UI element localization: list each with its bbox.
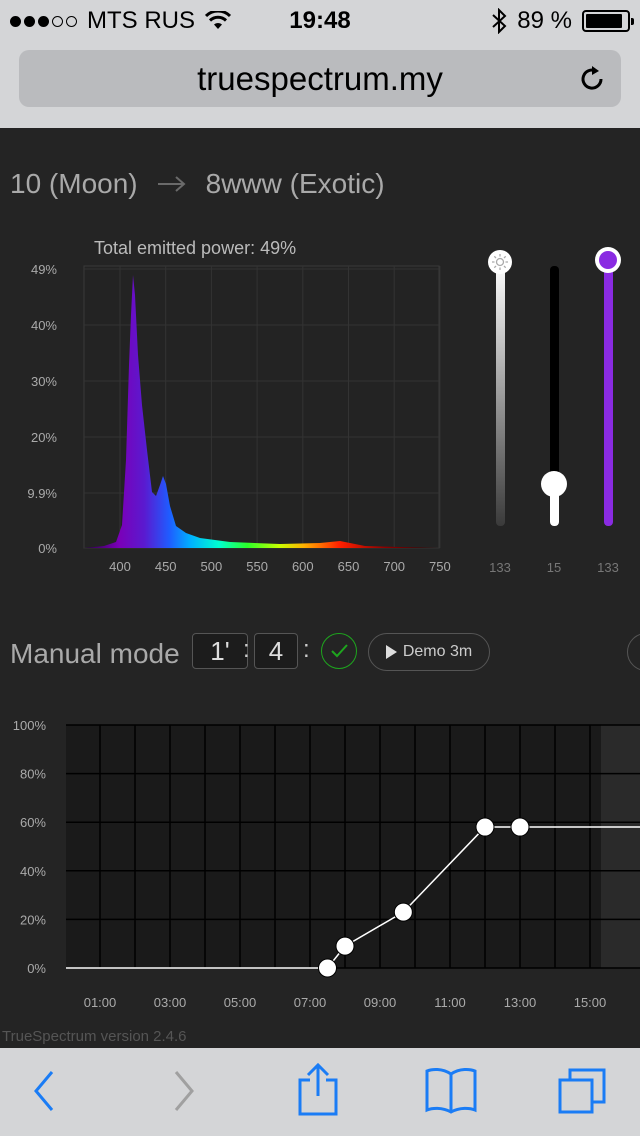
spectrum-y-tick: 20% [31, 430, 57, 445]
channel-sliders [488, 247, 621, 526]
time-separator: : [303, 636, 310, 663]
tabs-icon[interactable] [556, 1066, 608, 1118]
forward-icon[interactable] [168, 1066, 198, 1116]
bookmarks-icon[interactable] [424, 1066, 478, 1116]
time-separator: : [243, 636, 250, 663]
schedule-chart: 100% 80% 60% 40% 20% 0% 01:00 03:00 05:00 07:00 0… [0, 710, 640, 1030]
play-icon [385, 645, 397, 659]
schedule-x-tick: 01:00 [84, 995, 117, 1010]
total-power-label: Total emitted power: 49% [94, 238, 297, 258]
schedule-x-tick: 13:00 [504, 995, 537, 1010]
browser-toolbar [0, 1048, 640, 1136]
dark-slider-value: 15 [546, 560, 562, 575]
spectrum-chart: Total emitted power: 49% 49% 40% 30% 20% 9.9… [0, 230, 470, 580]
battery-icon [582, 10, 634, 32]
schedule-x-tick: 03:00 [154, 995, 187, 1010]
bluetooth-icon [492, 8, 507, 34]
address-bar[interactable]: truespectrum.my [19, 50, 621, 107]
browser-chrome: truespectrum.my [0, 40, 640, 128]
preset-transition: 10 (Moon) 8www (Exotic) [10, 168, 385, 200]
manual-mode-row: Manual mode 1' : 4 : Demo 3m [10, 630, 640, 676]
spectrum-x-tick: 500 [201, 559, 223, 574]
check-icon [331, 644, 348, 658]
schedule-point[interactable] [318, 958, 337, 978]
demo-label: Demo 3m [402, 643, 473, 660]
schedule-x-tick: 07:00 [294, 995, 327, 1010]
schedule-x-tick: 05:00 [224, 995, 257, 1010]
schedule-y-tick: 20% [20, 912, 46, 927]
status-bar: MTS RUS 19:48 89 % [0, 0, 640, 40]
dark-slider-handle[interactable] [541, 471, 567, 497]
violet-slider-track[interactable] [604, 262, 613, 526]
schedule-y-tick: 80% [20, 767, 46, 782]
url-text[interactable]: truespectrum.my [19, 60, 621, 98]
from-preset[interactable]: 10 (Moon) [10, 168, 138, 200]
version-label: TrueSpectrum version 2.4.6 [2, 1028, 187, 1045]
manual-mode-title: Manual mode [10, 638, 180, 669]
spectrum-x-tick: 700 [383, 559, 405, 574]
schedule-plot: 100% 80% 60% 40% 20% 0% 01:00 03:00 05:00 07:00 0… [13, 718, 640, 1010]
schedule-y-tick: 0% [27, 961, 46, 976]
spectrum-y-tick: 0% [38, 541, 57, 556]
battery-percent: 89 % [517, 7, 572, 34]
minute-input[interactable]: 4 [254, 633, 298, 669]
schedule-point[interactable] [335, 936, 355, 956]
schedule-point[interactable] [393, 902, 413, 922]
schedule-y-tick: 40% [20, 864, 46, 879]
reload-icon[interactable] [577, 64, 607, 94]
spectrum-y-tick: 40% [31, 318, 57, 333]
arrow-right-icon [157, 176, 186, 192]
spectrum-x-tick: 450 [155, 559, 177, 574]
hour-input[interactable]: 1' [192, 633, 248, 669]
schedule-point[interactable] [475, 817, 495, 837]
spectrum-y-tick: 49% [31, 262, 57, 277]
more-button[interactable] [627, 633, 640, 671]
demo-button[interactable]: Demo 3m [368, 633, 490, 671]
spectrum-y-tick: 9.9% [27, 486, 57, 501]
spectrum-x-tick: 550 [246, 559, 268, 574]
violet-slider-value: 133 [597, 560, 619, 575]
spectrum-x-tick: 750 [429, 559, 451, 574]
white-slider-track[interactable] [496, 262, 505, 526]
share-icon[interactable] [296, 1062, 340, 1118]
back-icon[interactable] [30, 1066, 60, 1116]
white-slider-value: 133 [489, 560, 511, 575]
white-slider-handle[interactable] [488, 250, 512, 274]
spectrum-y-tick: 30% [31, 374, 57, 389]
schedule-x-tick: 15:00 [574, 995, 607, 1010]
schedule-x-tick: 09:00 [364, 995, 397, 1010]
confirm-button[interactable] [321, 633, 357, 669]
spectrum-plot: 49% 40% 30% 20% 9.9% 0% 400 450 500 550 600 650 700… [27, 262, 451, 574]
schedule-y-tick: 100% [13, 718, 47, 733]
spectrum-x-tick: 400 [109, 559, 131, 574]
schedule-y-tick: 60% [20, 815, 46, 830]
schedule-point[interactable] [510, 817, 530, 837]
spectrum-x-tick: 600 [292, 559, 314, 574]
schedule-x-tick: 11:00 [434, 995, 466, 1010]
to-preset[interactable]: 8www (Exotic) [206, 168, 385, 200]
spectrum-x-tick: 650 [338, 559, 360, 574]
